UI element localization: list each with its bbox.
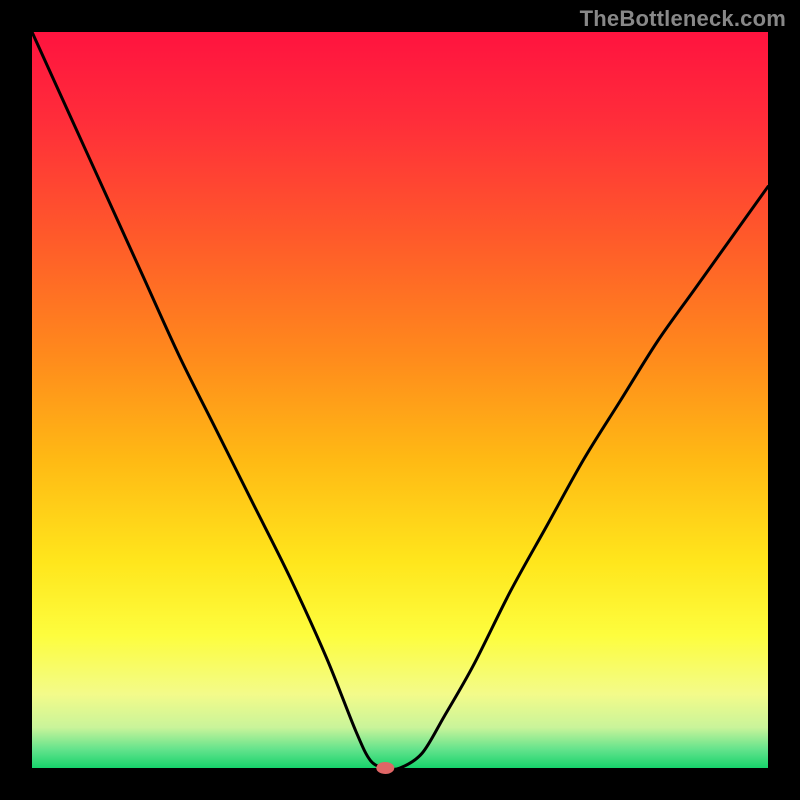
optimal-marker [376, 762, 394, 774]
chart-container: TheBottleneck.com [0, 0, 800, 800]
plot-background [32, 32, 768, 768]
bottleneck-chart [0, 0, 800, 800]
watermark-text: TheBottleneck.com [580, 6, 786, 32]
